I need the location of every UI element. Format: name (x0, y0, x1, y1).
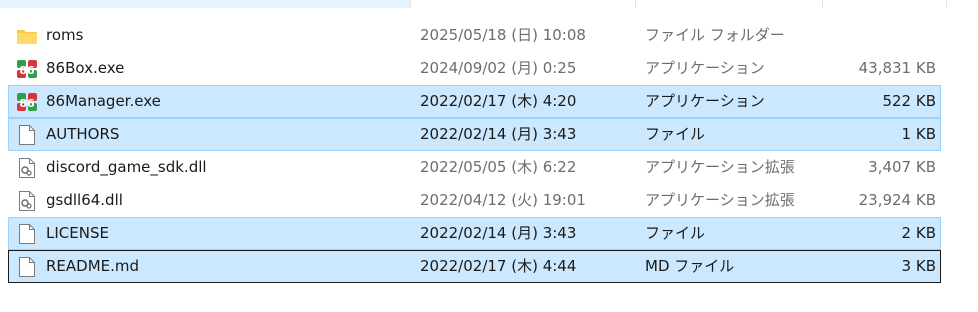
file-row[interactable]: discord_game_sdk.dll 2022/05/05 (木) 6:22… (8, 151, 941, 184)
file-date: 2022/02/14 (月) 3:43 (420, 125, 577, 143)
file-row[interactable]: 86 86Box.exe 2024/09/02 (月) 0:25 アプリケーショ… (8, 52, 941, 85)
file-name: README.md (46, 257, 140, 275)
file-size: 3,407 KB (868, 158, 936, 176)
name-column-header-highlight[interactable] (0, 0, 410, 8)
file-row[interactable]: roms 2025/05/18 (日) 10:08 ファイル フォルダー (8, 19, 941, 52)
file-date: 2022/02/17 (木) 4:44 (420, 257, 577, 275)
svg-text:86: 86 (19, 64, 35, 77)
file-type: ファイル (645, 125, 706, 143)
file-icon (15, 218, 39, 249)
file-date: 2022/02/14 (月) 3:43 (420, 224, 577, 242)
file-date: 2022/05/05 (木) 6:22 (420, 158, 577, 176)
app-icon: 86 (15, 86, 39, 117)
file-type: アプリケーション拡張 (645, 158, 795, 176)
file-date: 2022/02/17 (木) 4:20 (420, 92, 577, 110)
dll-icon (15, 185, 39, 216)
file-date: 2022/04/12 (火) 19:01 (420, 191, 586, 209)
column-header-strip (0, 0, 978, 8)
file-name: 86Manager.exe (46, 92, 161, 110)
file-size: 3 KB (901, 257, 936, 275)
dll-icon (15, 152, 39, 183)
file-row[interactable]: README.md 2022/02/17 (木) 4:44 MD ファイル 3 … (8, 250, 941, 283)
app-icon: 86 (15, 53, 39, 84)
file-size: 43,831 KB (858, 59, 936, 77)
file-size: 23,924 KB (858, 191, 936, 209)
file-type: アプリケーション拡張 (645, 191, 795, 209)
folder-icon (15, 20, 39, 51)
file-name: discord_game_sdk.dll (46, 158, 207, 176)
file-icon (15, 251, 39, 282)
column-divider[interactable] (946, 0, 947, 8)
file-name: gsdll64.dll (46, 191, 123, 209)
file-name: LICENSE (46, 224, 109, 242)
file-row[interactable]: 86 86Manager.exe 2022/02/17 (木) 4:20 アプリ… (8, 85, 941, 118)
file-row[interactable]: gsdll64.dll 2022/04/12 (火) 19:01 アプリケーショ… (8, 184, 941, 217)
file-date: 2025/05/18 (日) 10:08 (420, 26, 586, 44)
file-row[interactable]: AUTHORS 2022/02/14 (月) 3:43 ファイル 1 KB (8, 118, 941, 151)
file-row[interactable]: LICENSE 2022/02/14 (月) 3:43 ファイル 2 KB (8, 217, 941, 250)
file-size: 2 KB (901, 224, 936, 242)
file-name: 86Box.exe (46, 59, 125, 77)
file-name: AUTHORS (46, 125, 120, 143)
file-size: 522 KB (882, 92, 936, 110)
file-size: 1 KB (901, 125, 936, 143)
file-type: ファイル フォルダー (645, 26, 785, 44)
file-type: アプリケーション (645, 92, 765, 110)
file-list: roms 2025/05/18 (日) 10:08 ファイル フォルダー 86 … (0, 19, 978, 283)
file-date: 2024/09/02 (月) 0:25 (420, 59, 577, 77)
svg-text:86: 86 (19, 97, 35, 110)
file-name: roms (46, 26, 84, 44)
file-icon (15, 119, 39, 150)
column-divider[interactable] (822, 0, 823, 8)
file-type: ファイル (645, 224, 706, 242)
file-type: MD ファイル (645, 257, 735, 275)
file-type: アプリケーション (645, 59, 765, 77)
column-divider[interactable] (410, 0, 411, 8)
column-divider[interactable] (635, 0, 636, 8)
